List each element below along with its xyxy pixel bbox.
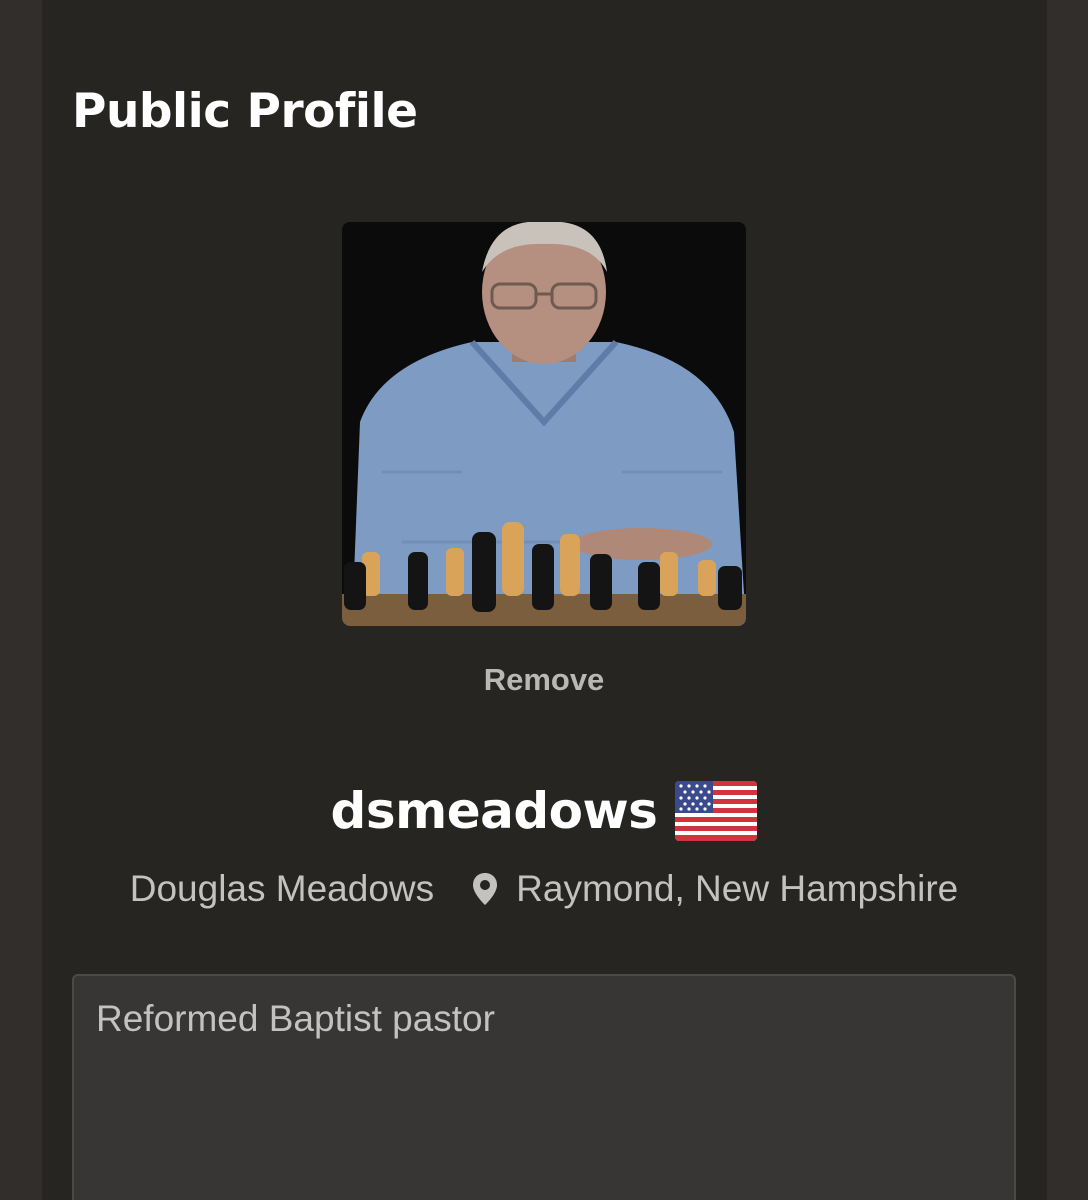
username: dsmeadows [330, 782, 658, 840]
remove-avatar-button[interactable]: Remove [0, 660, 1088, 700]
username-row: dsmeadows [0, 778, 1088, 844]
profile-page: Public Profile Remove dsmeadows Douglas … [0, 0, 1088, 1200]
profile-meta: Douglas Meadows Raymond, New Hampshire [0, 866, 1088, 912]
location-pin-icon [472, 872, 498, 906]
bio-textarea[interactable]: Reformed Baptist pastor [72, 974, 1016, 1200]
us-flag-icon [675, 781, 758, 841]
full-name: Douglas Meadows [129, 868, 435, 909]
avatar-photo [342, 222, 746, 626]
page-title: Public Profile [72, 84, 418, 139]
avatar[interactable] [342, 222, 746, 626]
location: Raymond, New Hampshire [516, 868, 959, 909]
